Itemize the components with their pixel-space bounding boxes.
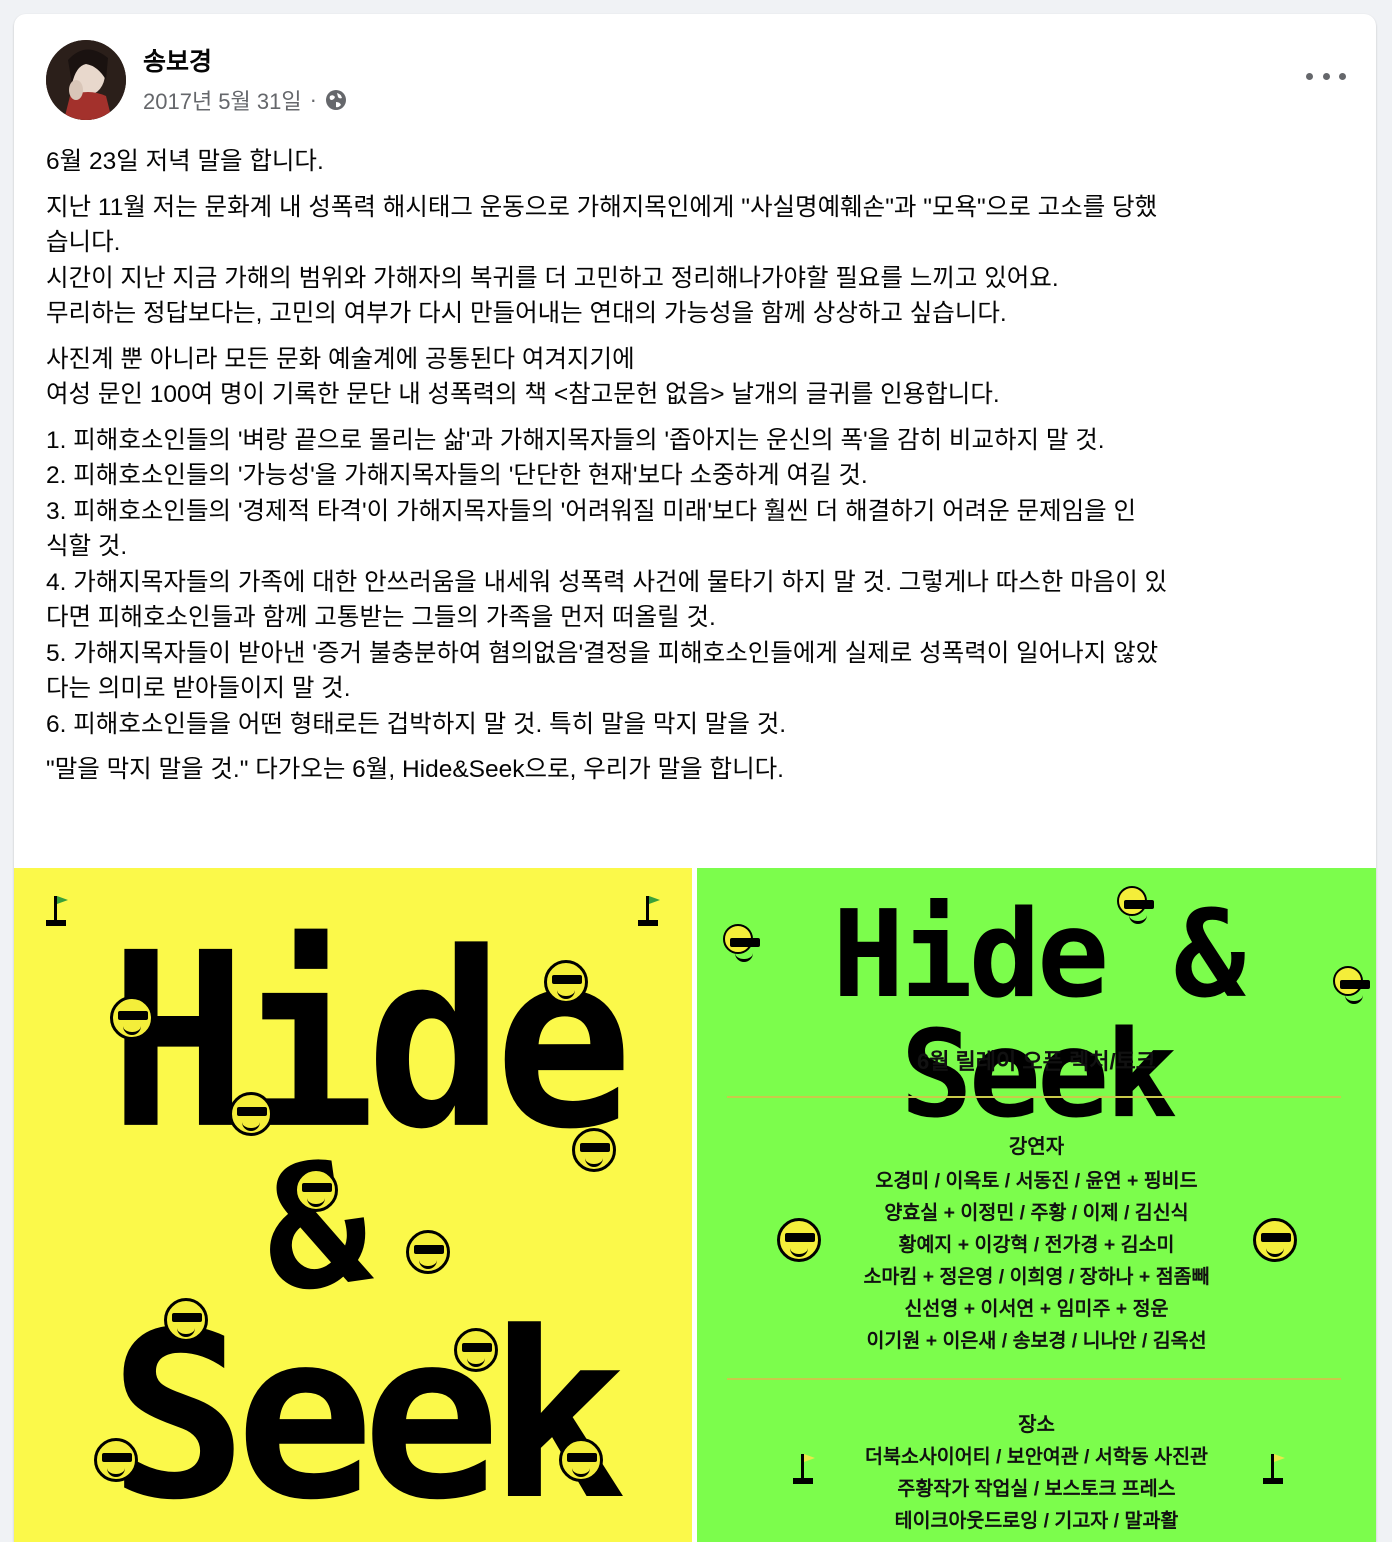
flag-icon (1263, 1454, 1285, 1484)
smiley-icon (229, 1092, 273, 1136)
text-line: "말을 막지 말을 것." 다가오는 6월, Hide&Seek으로, 우리가 … (46, 756, 784, 783)
text-line: 무리하는 정답보다는, 고민의 여부가 다시 만들어내는 연대의 가능성을 함께… (46, 300, 1007, 327)
more-dot (1306, 72, 1313, 80)
more-options-icon[interactable] (1306, 58, 1346, 94)
venues-heading: 장소 (1018, 1414, 1055, 1436)
smiley-icon (110, 996, 154, 1040)
text-line: 여성 문인 100여 명이 기록한 문단 내 성폭력의 책 <참고문헌 없음> … (46, 381, 1000, 408)
flag-icon (46, 896, 68, 926)
avatar[interactable] (46, 40, 126, 120)
smiley-icon (723, 924, 760, 962)
text-line: 다는 의미로 받아들이지 말 것. (46, 675, 351, 702)
poster-image-green[interactable]: Hide & Seek 6월 릴레이 오픈 렉처/토크 강연자 오경미 / 이옥… (697, 868, 1376, 1542)
speakers-line: 신선영 + 이서연 + 임미주 + 정운 (904, 1298, 1169, 1320)
smiley-icon (544, 960, 588, 1004)
author-name[interactable]: 송보경 (143, 42, 212, 78)
post-meta: 2017년 5월 31일 · (143, 84, 347, 116)
text-line: 6. 피해호소인들을 어떤 형태로든 겁박하지 말 것. 특히 말을 막지 말을… (46, 710, 787, 738)
paragraph-1: 6월 23일 저녁 말을 합니다. (46, 144, 1346, 180)
post-card: 송보경 2017년 5월 31일 · 6월 23일 저녁 말을 합니다. 지난 … (14, 14, 1376, 1542)
smiley-icon (1253, 1218, 1297, 1262)
poster-subtitle: 6월 릴레이 오픈 렉처/토크 (916, 1049, 1157, 1074)
paragraph-5: "말을 막지 말을 것." 다가오는 6월, Hide&Seek으로, 우리가 … (46, 752, 1346, 788)
post-body: 6월 23일 저녁 말을 합니다. 지난 11월 저는 문화계 내 성폭력 해시… (46, 144, 1346, 798)
smiley-icon (406, 1230, 450, 1274)
text-line: 5. 가해지목자들이 받아낸 '증거 불충분하여 혐의없음'결정을 피해호소인들… (46, 639, 1159, 667)
more-dot (1339, 72, 1346, 80)
smiley-icon (94, 1438, 138, 1482)
smiley-icon (777, 1218, 821, 1262)
text-line: 1. 피해호소인들의 '벼랑 끝으로 몰리는 삶'과 가해지목자들의 '좁아지는… (46, 426, 1105, 454)
smiley-icon (572, 1128, 616, 1172)
venues-line: 테이크아웃드로잉 / 기고자 / 말과활 (894, 1510, 1179, 1532)
post-photos: Hide & Seek Hide & Seek 6월 릴레이 오픈 렉처/토크 … (14, 868, 1376, 1542)
speakers-line: 오경미 / 이옥토 / 서동진 / 윤연 + 핑비드 (875, 1170, 1198, 1192)
speakers-line: 소마킴 + 정은영 / 이희영 / 장하나 + 점좀빼 (863, 1266, 1210, 1288)
text-line: 3. 피해호소인들의 '경제적 타격'이 가해지목자들의 '어려워질 미래'보다… (46, 497, 1137, 525)
paragraph-3: 사진계 뿐 아니라 모든 문화 예술계에 공통된다 여겨지기에여성 문인 100… (46, 342, 1346, 413)
avatar-image (46, 40, 126, 120)
text-line: 4. 가해지목자들의 가족에 대한 안쓰러움을 내세워 성폭력 사건에 물타기 … (46, 568, 1168, 596)
paragraph-2: 지난 11월 저는 문화계 내 성폭력 해시태그 운동으로 가해지목인에게 "사… (46, 190, 1346, 332)
flag-icon (793, 1454, 815, 1484)
speakers-line: 이기원 + 이은새 / 송보경 / 니나안 / 김옥선 (866, 1330, 1207, 1352)
text-line: 시간이 지난 지금 가해의 범위와 가해자의 복귀를 더 고민하고 정리해나가야… (46, 264, 1059, 292)
smiley-icon (1117, 886, 1154, 924)
text-line: 6월 23일 저녁 말을 합니다. (46, 148, 324, 175)
poster-image-yellow[interactable]: Hide & Seek (14, 868, 692, 1542)
text-line: 지난 11월 저는 문화계 내 성폭력 해시태그 운동으로 가해지목인에게 "사… (46, 193, 1158, 221)
poster-title: Hide & Seek (832, 886, 1245, 1145)
smiley-icon (164, 1298, 208, 1342)
smiley-icon (559, 1438, 603, 1482)
post-date[interactable]: 2017년 5월 31일 (143, 84, 302, 116)
poster-word-hide: Hide (109, 902, 633, 1183)
text-line: 2. 피해호소인들의 '가능성'을 가해지목자들의 '단단한 현재'보다 소중하… (46, 462, 868, 489)
divider (727, 1096, 1341, 1098)
smiley-icon (1333, 966, 1370, 1004)
paragraph-4: 1. 피해호소인들의 '벼랑 끝으로 몰리는 삶'과 가해지목자들의 '좁아지는… (46, 423, 1346, 743)
globe-icon[interactable] (325, 89, 347, 111)
post-header: 송보경 2017년 5월 31일 · (14, 14, 1376, 126)
meta-separator: · (309, 87, 317, 112)
text-line: 식할 것. (46, 533, 128, 560)
speakers-heading: 강연자 (1008, 1136, 1065, 1158)
flag-icon (638, 896, 660, 926)
text-line: 다면 피해호소인들과 함께 고통받는 그들의 가족을 먼저 떠올릴 것. (46, 604, 716, 631)
smiley-icon (294, 1168, 338, 1212)
divider (727, 1378, 1341, 1380)
smiley-icon (454, 1328, 498, 1372)
more-dot (1322, 72, 1330, 80)
text-line: 사진계 뿐 아니라 모든 문화 예술계에 공통된다 여겨지기에 (46, 345, 635, 373)
text-line: 습니다. (46, 229, 121, 256)
